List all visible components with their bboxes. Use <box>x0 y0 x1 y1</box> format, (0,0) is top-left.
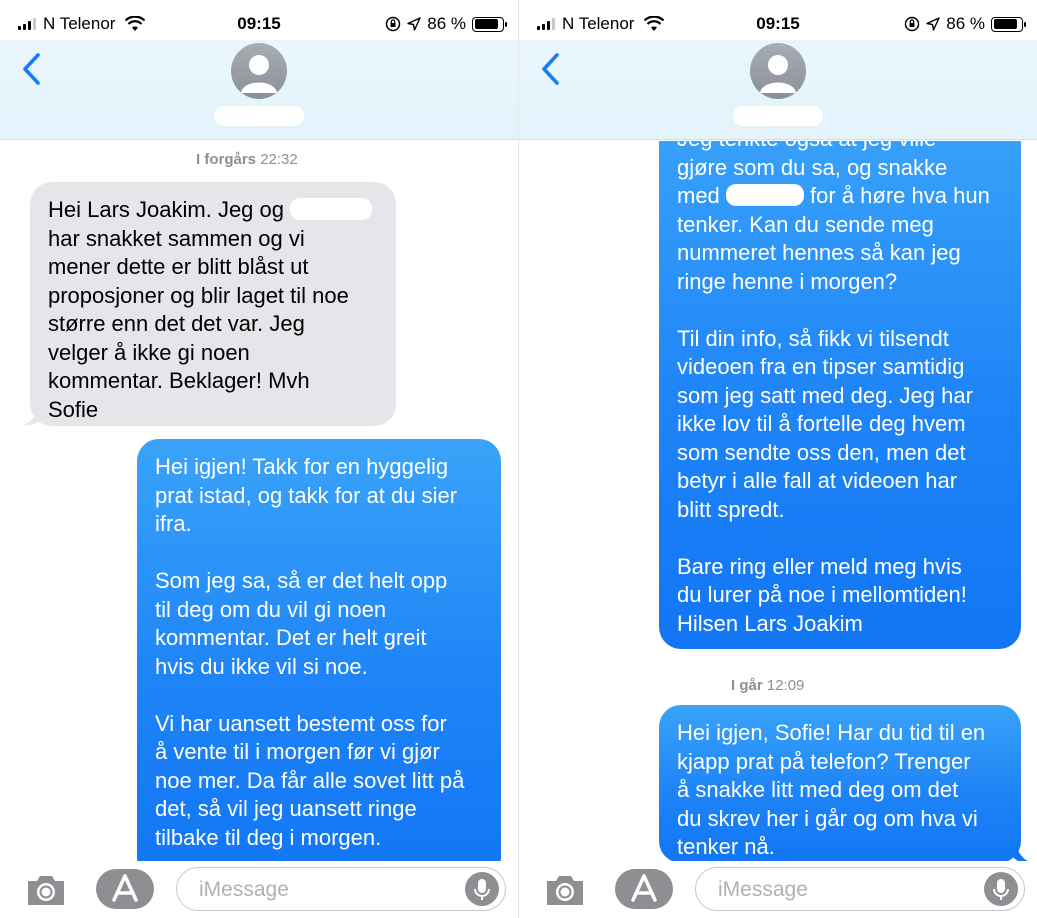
message-text: for å høre hva hun <box>810 183 990 208</box>
conversation-screen-right: N Telenor 09:15 86 % gjøre som du sa, og… <box>519 0 1037 918</box>
imessage-input[interactable]: iMessage <box>695 867 1025 911</box>
input-placeholder: iMessage <box>718 878 808 901</box>
message-list: I forgårs 22:32 Hei Lars Joakim. Jeg og … <box>0 141 518 861</box>
status-indicators: 86 % <box>385 14 507 34</box>
person-icon <box>760 55 796 93</box>
incoming-message-bubble[interactable]: Hei Lars Joakim. Jeg og har snakket samm… <box>30 182 396 426</box>
message-list: Jeg tenkte også at jeg ville gjøre som d… <box>519 141 1037 861</box>
person-icon <box>241 55 277 93</box>
contact-name-redacted[interactable] <box>733 106 823 126</box>
outgoing-message-bubble[interactable]: Jeg tenkte også at jeg ville gjøre som d… <box>659 141 1021 649</box>
location-arrow-icon <box>926 17 940 31</box>
message-text: Jeg tenkte også at jeg ville <box>677 141 936 151</box>
message-text: tenker. Kan du sende meg nummeret hennes… <box>677 211 973 636</box>
status-indicators: 86 % <box>904 14 1026 34</box>
conversation-screen-left: N Telenor 09:15 86 % I forgårs 22:32 Hei… <box>0 0 518 918</box>
camera-icon[interactable] <box>543 872 587 908</box>
message-text: Hei Lars Joakim. Jeg og <box>48 197 284 222</box>
camera-icon[interactable] <box>24 872 68 908</box>
battery-percent: 86 % <box>946 14 985 33</box>
contact-avatar[interactable] <box>750 43 806 99</box>
message-input-bar: iMessage <box>519 861 1037 918</box>
outgoing-message-bubble[interactable]: Hei igjen! Takk for en hyggelig prat ist… <box>137 439 501 861</box>
battery-icon <box>472 16 507 32</box>
bubble-tail <box>22 409 42 426</box>
message-timestamp: I forgårs 22:32 <box>196 151 298 168</box>
conversation-header <box>0 40 518 140</box>
battery-percent: 86 % <box>427 14 466 33</box>
timestamp-day: I går <box>731 677 763 694</box>
redacted-name <box>290 198 373 220</box>
microphone-button[interactable] <box>465 872 499 906</box>
microphone-icon <box>474 879 490 900</box>
battery-fill <box>474 19 498 29</box>
microphone-icon <box>993 879 1009 900</box>
message-text: gjøre som du sa, og snakke <box>677 154 948 180</box>
app-store-icon[interactable] <box>94 867 156 911</box>
microphone-button[interactable] <box>984 872 1018 906</box>
battery-fill <box>993 19 1017 29</box>
message-text: med <box>677 183 720 208</box>
app-store-icon[interactable] <box>613 867 675 911</box>
status-bar: N Telenor 09:15 86 % <box>519 0 1037 40</box>
orientation-lock-icon <box>905 16 920 32</box>
location-arrow-icon <box>407 17 421 31</box>
timestamp-time: 12:09 <box>766 677 805 694</box>
chevron-left-icon[interactable] <box>539 52 563 86</box>
battery-icon <box>991 16 1026 32</box>
redacted-name <box>725 184 804 206</box>
outgoing-message-bubble[interactable]: Hei igjen, Sofie! Har du tid til en kjap… <box>659 705 1021 861</box>
message-input-bar: iMessage <box>0 861 518 918</box>
chevron-left-icon[interactable] <box>20 52 44 86</box>
bubble-tail <box>1013 847 1028 861</box>
imessage-input[interactable]: iMessage <box>176 867 506 911</box>
message-timestamp: I går 12:09 <box>731 677 804 694</box>
timestamp-time: 22:32 <box>260 151 298 168</box>
conversation-header <box>519 40 1037 140</box>
contact-avatar[interactable] <box>231 43 287 99</box>
message-text: har snakket sammen og vi mener dette er … <box>48 225 349 422</box>
contact-name-redacted[interactable] <box>214 106 304 126</box>
orientation-lock-icon <box>386 16 401 32</box>
status-bar: N Telenor 09:15 86 % <box>0 0 518 40</box>
timestamp-day: I forgårs <box>196 151 257 168</box>
input-placeholder: iMessage <box>199 878 289 901</box>
